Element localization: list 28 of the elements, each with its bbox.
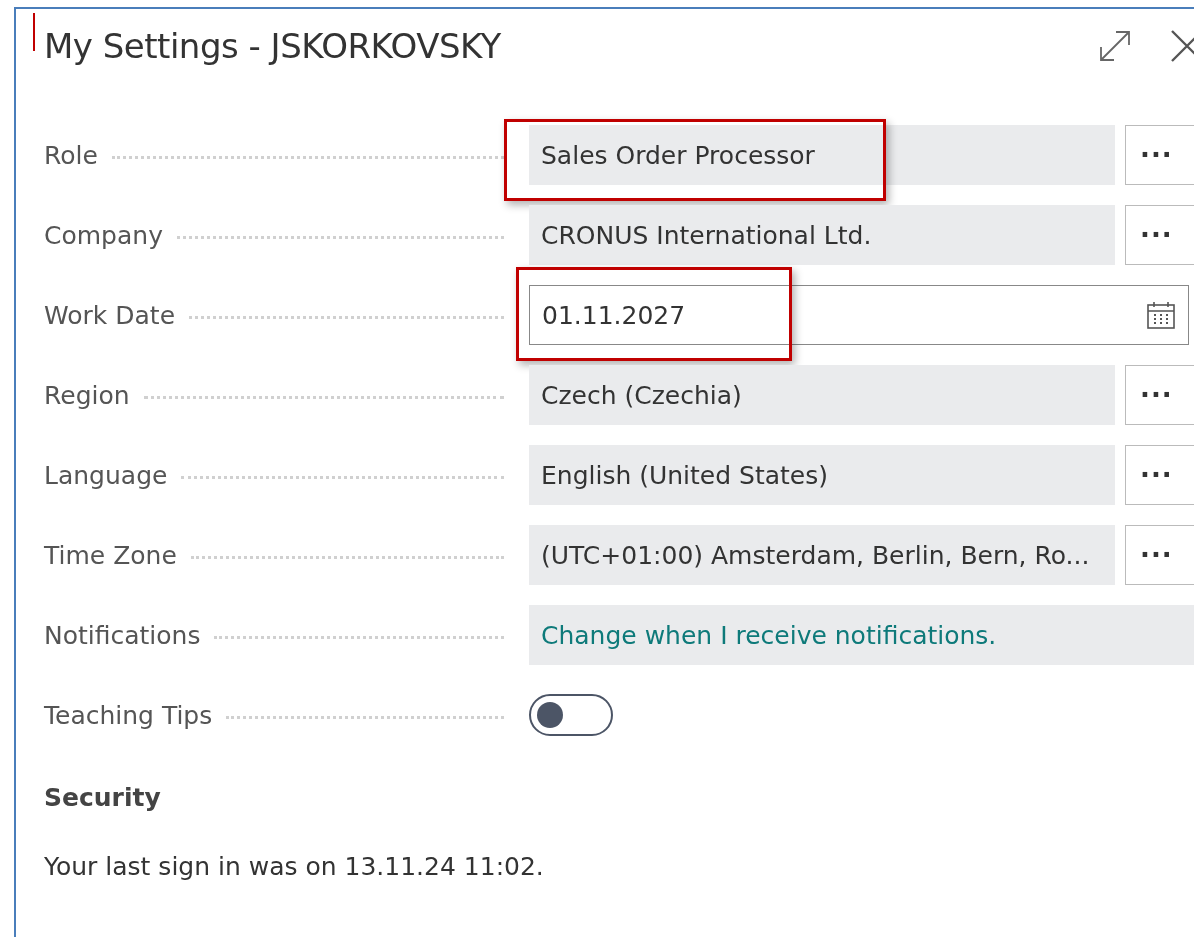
lookup-field[interactable]: Sales Order Processor (529, 125, 1115, 185)
lookup-button[interactable]: ··· (1125, 125, 1194, 185)
section-heading: Security (43, 783, 162, 812)
lookup-field[interactable]: Czech (Czechia) (529, 365, 1115, 425)
field-label: Time Zone (44, 540, 177, 570)
lookup-button[interactable]: ··· (1125, 205, 1194, 265)
field-label: Notifications (44, 620, 201, 650)
field-label: Company (44, 220, 163, 250)
lookup-field[interactable]: (UTC+01:00) Amsterdam, Berlin, Bern, Ro... (529, 525, 1115, 585)
field-label: Language (44, 460, 168, 490)
field-label: Region (44, 380, 130, 410)
sign-in-text: Your last sign in was on 13.11.24 11:02. (43, 852, 545, 881)
lookup-field[interactable]: English (United States) (529, 445, 1115, 505)
lookup-field[interactable]: CRONUS International Ltd. (529, 205, 1115, 265)
calendar-icon[interactable] (1146, 300, 1176, 330)
expand-icon[interactable] (1098, 29, 1132, 63)
date-field[interactable]: 01.11.2027 (529, 285, 1189, 345)
lookup-button[interactable]: ··· (1125, 365, 1194, 425)
close-icon[interactable] (1170, 29, 1194, 63)
lookup-button[interactable]: ··· (1125, 445, 1194, 505)
field-label: Teaching Tips (44, 700, 213, 730)
window-title: My Settings - JSKORKOVSKY (44, 26, 502, 66)
lookup-button[interactable]: ··· (1125, 525, 1194, 585)
field-label: Role (44, 140, 98, 170)
date-value: 01.11.2027 (542, 300, 686, 330)
field-label: Work Date (44, 300, 175, 330)
text-cursor (33, 13, 35, 51)
toggle-switch[interactable] (529, 694, 613, 736)
